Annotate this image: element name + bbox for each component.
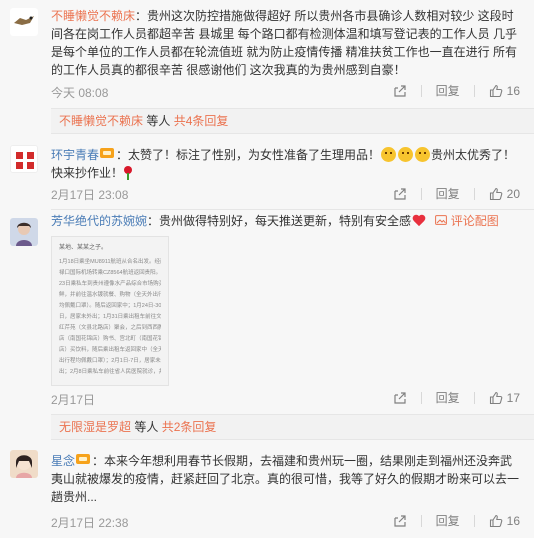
reply-button[interactable]: 回复 (436, 389, 460, 406)
comment-2: 环宇青春 ：太赞了！标注了性别，为女性准备了生理用品！ 贵州太优秀了！ 快来抄作业！… (0, 136, 534, 210)
picture-line: 1月18日乘坐MU8911航班从合名出发。经南京 (59, 259, 161, 265)
like-button[interactable]: 16 (489, 84, 520, 98)
divider (420, 187, 422, 200)
picture-line: 出行程均佩戴口罩）；2月1日-7日，居家未外 (59, 358, 161, 364)
comment-time: 2月17日 22:38 (51, 516, 129, 530)
divider (420, 391, 422, 404)
reply-mid-text: 等人 (143, 114, 174, 128)
divider (473, 391, 475, 404)
divider (473, 187, 475, 200)
replies-summary: 无限湿是罗超 等人 共2条回复 (51, 414, 534, 440)
like-icon (489, 391, 502, 404)
share-icon (394, 514, 406, 527)
replies-summary: 不睡懒觉不赖床 等人 共4条回复 (51, 108, 534, 134)
comment-text: 星念 ：本来今年想利用春节长假期，去福建和贵州玩一圈，结果刚走到福州还没奔武 夷山… (51, 452, 520, 506)
share-icon (394, 391, 406, 404)
picture-title: 某地、某某之子。 (59, 245, 108, 251)
comment-body: 贵州太优秀了！ (431, 148, 516, 162)
comment-3: 芳华绝代的苏婉婉：贵州做得特别好，每天推送更新，特别有安全感 评论配图 某地、某… (0, 210, 534, 440)
like-count: 16 (506, 83, 520, 98)
avatar[interactable] (10, 8, 38, 36)
comment-time: 2月17日 23:08 (51, 188, 129, 202)
comment-picture[interactable]: 某地、某某之子。 1月18日乘坐MU8911航班从合名出发。经南京 禄口国际机场… (51, 236, 169, 386)
view-picture-label: 评论配图 (450, 214, 499, 228)
vip-badge-icon (76, 454, 91, 464)
share-button[interactable] (393, 391, 407, 405)
like-button[interactable]: 17 (489, 391, 520, 405)
reply-mid-text: 等人 (131, 420, 162, 434)
like-icon (489, 187, 502, 200)
share-button[interactable] (393, 514, 407, 528)
like-button[interactable]: 20 (489, 187, 520, 201)
emoji-icon (398, 147, 414, 162)
avatar[interactable] (10, 450, 38, 478)
view-replies-link[interactable]: 共4条回复 (174, 114, 229, 128)
vip-badge-icon (100, 148, 115, 158)
like-icon (489, 514, 502, 527)
comment-body-line: 间各在岗工作人员都超辛苦 县城里 每个路口都有检测体温和填写登记表的工作人员 几… (51, 27, 518, 41)
comment-actions: 回复 17 (393, 389, 520, 406)
share-button[interactable] (393, 187, 407, 201)
reply-button[interactable]: 回复 (436, 185, 460, 202)
comment-body: ：贵州做得特别好，每天推送更新，特别有安全感 (147, 214, 412, 228)
share-icon (394, 84, 406, 97)
avatar[interactable] (10, 218, 38, 246)
comment-actions: 回复 16 (393, 82, 520, 99)
comment-body: 快来抄作业！ (51, 166, 124, 180)
comment-username[interactable]: 芳华绝代的苏婉婉 (51, 214, 147, 228)
like-icon (489, 84, 502, 97)
comment-username[interactable]: 不睡懒觉不赖床 (51, 9, 135, 23)
comment-body-line: 趟贵州... (51, 490, 98, 504)
emoji-icon (415, 147, 431, 162)
divider (473, 514, 475, 527)
picture-line: 出；2月8日乘私车前往省人民医院就诊，并进 (59, 369, 161, 375)
view-replies-link[interactable]: 共2条回复 (162, 420, 217, 434)
picture-line: 日，居家未外出；1月31日乘出租车前往文一间 (59, 314, 161, 320)
comment-1: 不睡懒觉不赖床：贵州这次防控措施做得超好 所以贵州各市县确诊人数相对较少 这段时… (0, 0, 534, 136)
comment-actions: 回复 16 (393, 512, 520, 529)
emoji-icon (381, 147, 397, 162)
picture-line: 均佩戴口罩）。随后返回家中；1月24日-30 (59, 303, 161, 309)
comment-body-line: 夷山就被爆发的疫情，赶紧赶回了北京。真的很可惜，我等了好久的假期才盼来可以去一 (51, 472, 520, 486)
comment-actions: 回复 20 (393, 185, 520, 202)
comment-time: 2月17日 (51, 393, 96, 407)
picture-line: 店（南国花锦店）购书、宫北町（南国花锦 (59, 336, 161, 342)
reply-username[interactable]: 不睡懒觉不赖床 (59, 114, 143, 128)
comment-username[interactable]: 环宇青春 (51, 148, 99, 162)
like-button[interactable]: 16 (489, 514, 520, 528)
picture-line: 红芹苑（文县北路店）聚会，之后到西西腾书 (59, 325, 161, 331)
heart-icon (412, 215, 426, 227)
comment-4: 星念 ：本来今年想利用春节长假期，去福建和贵州玩一圈，结果刚走到福州还没奔武 夷山… (0, 440, 534, 538)
comment-body-line: ：本来今年想利用春节长假期，去福建和贵州玩一圈，结果刚走到福州还没奔武 (92, 454, 513, 468)
rose-icon (123, 166, 133, 180)
picture-line: 禄口国际机场转乘CZ8564航班返回贵阳。1月 (59, 270, 161, 276)
share-button[interactable] (393, 84, 407, 98)
comment-text: 不睡懒觉不赖床：贵州这次防控措施做得超好 所以贵州各市县确诊人数相对较少 这段时… (51, 7, 520, 79)
comment-text: 环宇青春 ：太赞了！标注了性别，为女性准备了生理用品！ 贵州太优秀了！ 快来抄作业！ (51, 146, 520, 182)
comment-body-line: ：贵州这次防控措施做得超好 所以贵州各市县确诊人数相对较少 这段时 (135, 9, 514, 23)
reply-button[interactable]: 回复 (436, 512, 460, 529)
comment-body-line: 的工作人员真的都很辛苦 很感谢他们 这次我真的为贵州感到自豪！ (51, 63, 406, 77)
picture-icon (435, 215, 448, 225)
like-count: 17 (506, 390, 520, 405)
reply-button[interactable]: 回复 (436, 82, 460, 99)
avatar[interactable] (10, 145, 38, 173)
comment-time: 今天 08:08 (51, 86, 109, 100)
picture-line: 店）买饮料，随后乘出租车返回家中（全天外 (59, 347, 161, 353)
picture-line: 23日乘私车到贵州遵像水产品综合市场购买海 (59, 281, 161, 287)
comment-text: 芳华绝代的苏婉婉：贵州做得特别好，每天推送更新，特别有安全感 评论配图 (51, 212, 520, 230)
like-count: 16 (506, 513, 520, 528)
picture-line: 鲜，并前往温水镀就餐、购物（全天外出行程 (59, 292, 161, 298)
comment-body-line: 是每个单位的工作人员都在轮流值班 就为防止疫情传播 精准扶贫工作也一直在进行 所… (51, 45, 518, 59)
divider (420, 514, 422, 527)
reply-username[interactable]: 无限湿是罗超 (59, 420, 131, 434)
comment-username[interactable]: 星念 (51, 454, 75, 468)
divider (420, 84, 422, 97)
share-icon (394, 187, 406, 200)
view-picture-link[interactable]: 评论配图 (435, 214, 499, 228)
like-count: 20 (506, 186, 520, 201)
divider (473, 84, 475, 97)
comment-body: ：太赞了！标注了性别，为女性准备了生理用品！ (116, 148, 381, 162)
